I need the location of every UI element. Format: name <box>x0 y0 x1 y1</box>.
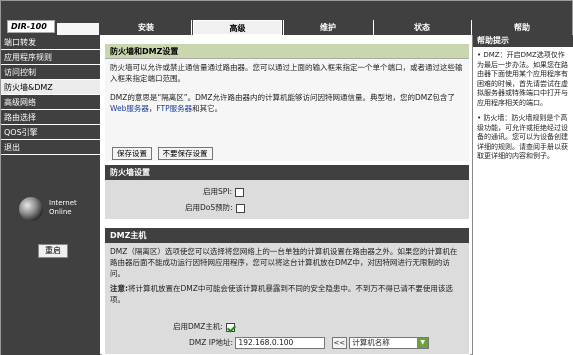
note-label: 注意: <box>110 284 128 293</box>
spi-row: 启用SPI: <box>203 186 245 197</box>
internet-label: Internet <box>49 199 77 207</box>
dos-label: 启用DoS预防: <box>185 203 233 212</box>
dmz-enable-label: 启用DMZ主机: <box>173 322 223 331</box>
spi-checkbox[interactable] <box>235 187 245 197</box>
router-admin-page: DIR-100 安装 高级 维护 状态 帮助 端口转发 应用程序规则 访问控制 … <box>0 0 573 355</box>
firewall-settings-section: 防火墙设置 启用SPI: 启用DoS预防: <box>104 164 470 220</box>
sidebar-item-application-rules[interactable]: 应用程序规则 <box>1 50 100 65</box>
internet-status-text: Internet Online <box>49 199 77 217</box>
dmz-ip-row: DMZ IP地址: 192.168.0.100 << 计算机名称 ▼ <box>189 337 430 349</box>
computer-name-select[interactable]: 计算机名称 ▼ <box>349 337 430 349</box>
dmz-ip-label: DMZ IP地址: <box>189 338 234 347</box>
help-title: 帮助提示 <box>473 35 573 47</box>
dmz-intro-tail: 和其它。 <box>192 104 223 113</box>
logo-tab-strip <box>57 23 99 35</box>
sidebar-item-access-control[interactable]: 访问控制 <box>1 65 100 80</box>
sidebar-item-firewall-dmz[interactable]: 防火墙&DMZ <box>1 80 100 95</box>
reboot-button[interactable]: 重启 <box>38 244 68 258</box>
intro-section: 防火墙和DMZ设置 防火墙可以允许或禁止通信量通过路由器。您可以通过上面的输入框… <box>104 43 470 162</box>
dos-checkbox[interactable] <box>235 203 245 213</box>
sidebar-item-logout[interactable]: 退出 <box>1 140 100 155</box>
tab-setup[interactable]: 安装 <box>101 20 191 35</box>
spi-label: 启用SPI: <box>203 187 233 196</box>
online-label: Online <box>49 208 72 216</box>
dont-save-button[interactable]: 不要保存设置 <box>157 147 213 160</box>
dmz-enable-row: 启用DMZ主机: <box>173 321 235 332</box>
dmz-ip-input[interactable]: 192.168.0.100 <box>235 337 326 349</box>
dmz-host-section: DMZ主机 DMZ（隔离区）选项使您可以选择将您网络上的一台单独的计算机设置在路… <box>104 227 470 355</box>
tab-maintenance[interactable]: 维护 <box>284 20 372 35</box>
copy-computer-ip-button[interactable]: << <box>331 337 347 349</box>
dmz-description: DMZ（隔离区）选项使您可以选择将您网络上的一台单独的计算机设置在路由器之外。如… <box>110 247 458 278</box>
dos-row: 启用DoS预防: <box>185 202 245 213</box>
model-logo: DIR-100 <box>7 20 55 33</box>
help-panel: 帮助提示 • DMZ：开启DMZ选项仅作为最后一步办法。如果您在路由器下面使用某… <box>472 35 573 355</box>
dmz-note: 注意:将计算机放置在DMZ中可能会使该计算机暴露到不同的安全隐患中。不到万不得已… <box>105 279 469 305</box>
tab-advanced[interactable]: 高级 <box>193 20 282 35</box>
tab-divider <box>191 20 192 35</box>
sidebar-item-port-forwarding[interactable]: 端口转发 <box>1 35 100 50</box>
chevron-down-icon[interactable]: ▼ <box>417 338 429 348</box>
dmz-intro-text: DMZ的意思是“隔离区”。DMZ允许路由器内的计算机能够访问因特网通信量。典型地… <box>110 93 455 102</box>
globe-icon <box>19 197 43 221</box>
web-server-link[interactable]: Web服务器 <box>110 104 149 113</box>
help-tip-dmz: • DMZ：开启DMZ选项仅作为最后一步办法。如果您在路由器下面使用某个应用程序… <box>477 51 568 107</box>
computer-name-value: 计算机名称 <box>352 338 390 347</box>
save-settings-button[interactable]: 保存设置 <box>112 147 152 160</box>
sidebar: 端口转发 应用程序规则 访问控制 防火墙&DMZ 高级网络 路由选择 QOS引擎… <box>1 35 100 355</box>
save-button-row: 保存设置 不要保存设置 <box>112 147 213 160</box>
dmz-host-title: DMZ主机 <box>105 228 469 243</box>
tab-help[interactable]: 帮助 <box>472 20 572 35</box>
ftp-server-link[interactable]: FTP服务器 <box>156 104 192 113</box>
intro-title: 防火墙和DMZ设置 <box>105 44 469 59</box>
main-content: 防火墙和DMZ设置 防火墙可以允许或禁止通信量通过路由器。您可以通过上面的输入框… <box>102 35 470 355</box>
help-tip-firewall: • 防火墙：防火墙规则是个高级功能，可允许或拒绝经过设备的通讯。您可以为设备创建… <box>477 114 568 160</box>
sidebar-item-advanced-network[interactable]: 高级网络 <box>1 95 100 110</box>
intro-paragraph-firewall: 防火墙可以允许或禁止通信量通过路由器。您可以通过上面的输入框来指定一个单个端口，… <box>110 63 463 83</box>
intro-paragraph-dmz: DMZ的意思是“隔离区”。DMZ允许路由器内的计算机能够访问因特网通信量。典型地… <box>105 84 469 114</box>
sidebar-item-routing[interactable]: 路由选择 <box>1 110 100 125</box>
help-body: • DMZ：开启DMZ选项仅作为最后一步办法。如果您在路由器下面使用某个应用程序… <box>473 47 573 162</box>
tab-status[interactable]: 状态 <box>374 20 470 35</box>
firewall-settings-title: 防火墙设置 <box>105 165 469 180</box>
sidebar-item-qos-engine[interactable]: QOS引擎 <box>1 125 100 140</box>
note-text: 将计算机放置在DMZ中可能会使该计算机暴露到不同的安全隐患中。不到万不得已请不要… <box>110 284 453 304</box>
dmz-enable-checkbox[interactable] <box>225 322 235 332</box>
top-bar: DIR-100 安装 高级 维护 状态 帮助 <box>1 1 572 35</box>
